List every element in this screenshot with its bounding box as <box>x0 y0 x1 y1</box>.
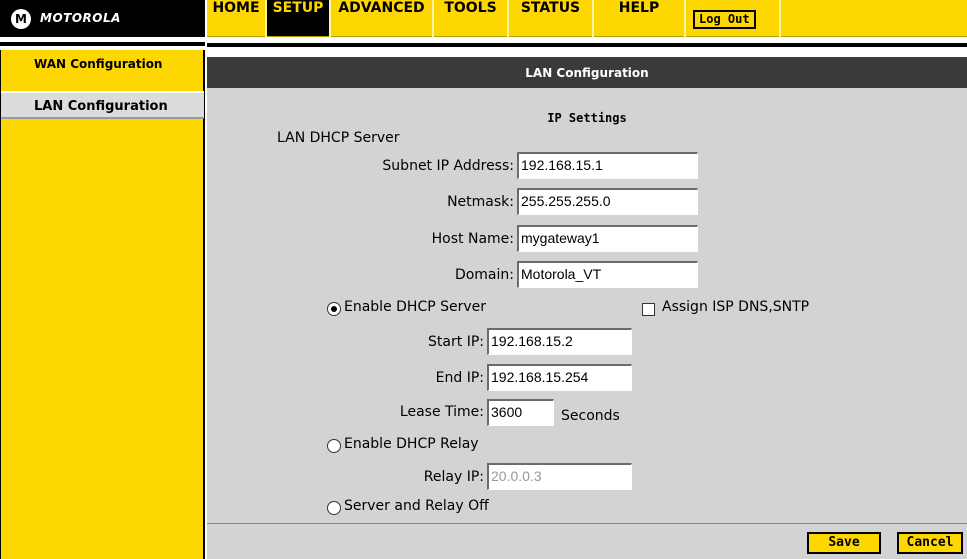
nav-tools[interactable]: TOOLS <box>434 0 507 36</box>
server-relay-off-radio[interactable] <box>327 501 341 515</box>
nav-status[interactable]: STATUS <box>509 0 592 36</box>
subnet-ip-label: Subnet IP Address: <box>382 158 514 174</box>
brand-name: MOTOROLA <box>40 11 121 25</box>
logo: M MOTOROLA <box>0 0 205 37</box>
start-ip-input[interactable]: 192.168.15.2 <box>487 328 632 355</box>
nav-setup[interactable]: SETUP <box>267 0 329 36</box>
domain-input[interactable]: Motorola_VT <box>517 261 698 288</box>
subnet-ip-input[interactable]: 192.168.15.1 <box>517 152 698 179</box>
nav-home[interactable]: HOME <box>207 0 265 36</box>
assign-isp-dns-checkbox[interactable] <box>642 303 655 316</box>
lease-time-label: Lease Time: <box>399 404 484 420</box>
nav-divider <box>779 0 781 37</box>
button-bar: Save Cancel <box>207 523 967 559</box>
main-panel: LAN Configuration IP Settings LAN DHCP S… <box>207 57 967 559</box>
sidebar: WAN Configuration LAN Configuration <box>0 50 205 559</box>
assign-isp-dns-label: Assign ISP DNS,SNTP <box>662 299 810 315</box>
header-divider <box>0 37 205 46</box>
sidebar-item-lan-configuration[interactable]: LAN Configuration <box>1 91 204 119</box>
end-ip-input[interactable]: 192.168.15.254 <box>487 364 632 391</box>
end-ip-label: End IP: <box>435 370 484 386</box>
page-title: LAN Configuration <box>207 57 967 88</box>
nav-divider <box>684 0 686 37</box>
enable-dhcp-server-radio[interactable] <box>327 302 341 316</box>
domain-label: Domain: <box>454 267 514 283</box>
radio-selected-dot <box>331 306 337 312</box>
netmask-input[interactable]: 255.255.255.0 <box>517 188 698 215</box>
header-divider <box>207 37 967 47</box>
nav-advanced[interactable]: ADVANCED <box>331 0 432 36</box>
nav-help[interactable]: HELP <box>594 0 684 36</box>
sidebar-item-wan-configuration[interactable]: WAN Configuration <box>1 57 204 71</box>
top-nav: HOME SETUP ADVANCED TOOLS STATUS HELP Lo… <box>207 0 967 37</box>
lease-time-input[interactable]: 3600 <box>487 399 554 426</box>
cancel-button[interactable]: Cancel <box>897 532 963 554</box>
section-title: IP Settings <box>547 111 627 125</box>
lease-time-unit: Seconds <box>561 408 620 424</box>
enable-dhcp-relay-label: Enable DHCP Relay <box>344 436 479 452</box>
host-name-label: Host Name: <box>431 231 514 247</box>
server-relay-off-label: Server and Relay Off <box>344 498 489 514</box>
relay-ip-input[interactable]: 20.0.0.3 <box>487 463 632 490</box>
motorola-logo-icon: M <box>11 9 31 29</box>
save-button[interactable]: Save <box>807 532 881 554</box>
logout-button[interactable]: Log Out <box>693 10 756 29</box>
relay-ip-label: Relay IP: <box>423 469 484 485</box>
start-ip-label: Start IP: <box>428 334 484 350</box>
host-name-input[interactable]: mygateway1 <box>517 225 698 252</box>
enable-dhcp-relay-radio[interactable] <box>327 439 341 453</box>
group-label: LAN DHCP Server <box>277 130 400 146</box>
netmask-label: Netmask: <box>447 194 514 210</box>
enable-dhcp-server-label: Enable DHCP Server <box>344 299 487 315</box>
